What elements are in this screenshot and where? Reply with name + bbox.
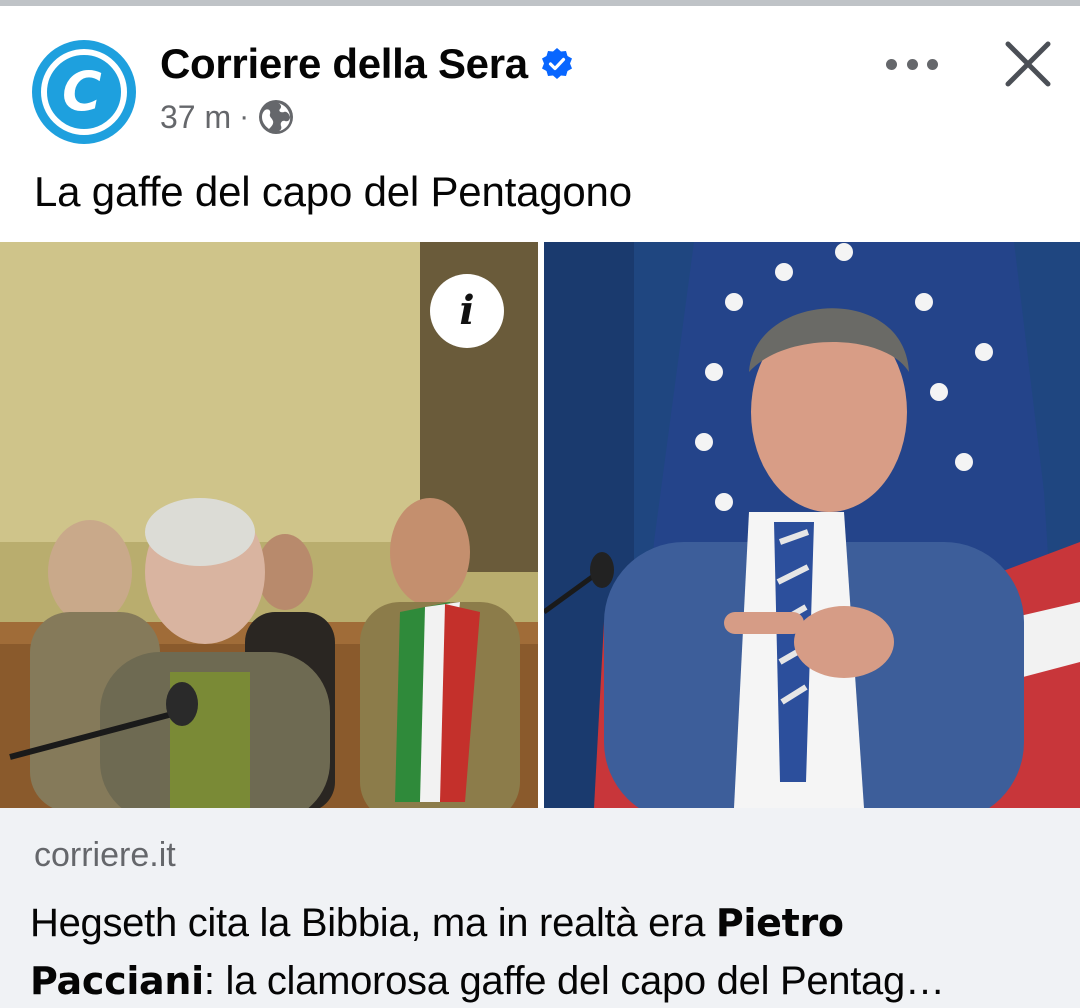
page-name[interactable]: Corriere della Sera	[160, 40, 528, 88]
post-text: La gaffe del capo del Pentagono	[34, 168, 632, 215]
more-options-icon[interactable]	[884, 46, 940, 82]
post-image-collage[interactable]: i	[0, 242, 1080, 808]
more-dot	[927, 58, 938, 70]
post-timestamp[interactable]: 37 m	[160, 99, 231, 136]
right-photo-press-conference[interactable]	[544, 242, 1080, 808]
link-domain: corriere.it	[34, 836, 176, 874]
info-icon[interactable]: i	[430, 274, 504, 348]
post-header: C Corriere della Sera 37 m ·	[0, 6, 1080, 156]
link-preview-card[interactable]: corriere.it Hegseth cita la Bibbia, ma i…	[0, 808, 1080, 1008]
page-name-row: Corriere della Sera	[160, 40, 574, 88]
avatar-logo-letter: C	[62, 60, 102, 123]
link-title-name1: Pietro	[715, 901, 844, 945]
meta-separator: ·	[239, 100, 250, 133]
page-avatar[interactable]: C	[32, 40, 136, 144]
close-icon[interactable]	[1000, 36, 1056, 92]
info-letter: i	[459, 287, 475, 334]
more-dot	[886, 58, 897, 70]
verified-badge-icon	[541, 48, 572, 79]
link-title-name2: Pacciani	[30, 959, 204, 1003]
link-title[interactable]: Hegseth cita la Bibbia, ma in realtà era…	[30, 894, 1030, 1008]
post-meta: 37 m ·	[160, 98, 295, 136]
link-title-part2: : la clamorosa gaffe del capo del Pentag…	[203, 959, 945, 1003]
avatar-ring: C	[41, 49, 127, 135]
link-title-part1: Hegseth cita la Bibbia, ma in realtà era	[30, 901, 716, 945]
globe-icon	[259, 100, 294, 134]
more-dot	[906, 58, 918, 70]
